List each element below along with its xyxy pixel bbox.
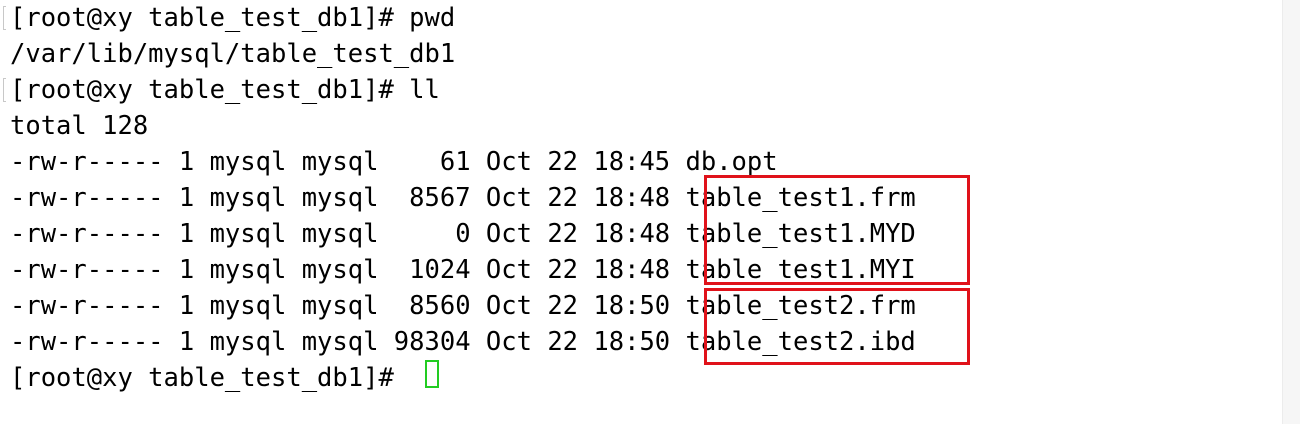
pwd-output: /var/lib/mysql/table_test_db1 <box>10 39 456 69</box>
highlight-box-innodb-files <box>704 288 970 365</box>
ll-total: total 128 <box>10 111 149 141</box>
prompt-line-ll: [root@xy table_test_db1]# ll <box>10 75 440 105</box>
prompt-line-current: [root@xy table_test_db1]# <box>10 363 410 393</box>
prompt-line-pwd: [root@xy table_test_db1]# pwd <box>10 3 456 33</box>
text-cursor <box>425 360 439 388</box>
highlight-box-myisam-files <box>704 175 970 285</box>
terminal-window[interactable]: [root@xy table_test_db1]# pwd /var/lib/m… <box>0 0 1282 424</box>
command-marker <box>3 6 6 30</box>
file-row-db-opt: -rw-r----- 1 mysql mysql 61 Oct 22 18:45… <box>10 147 778 177</box>
command-marker <box>3 78 6 102</box>
vertical-scrollbar[interactable] <box>1282 0 1300 424</box>
